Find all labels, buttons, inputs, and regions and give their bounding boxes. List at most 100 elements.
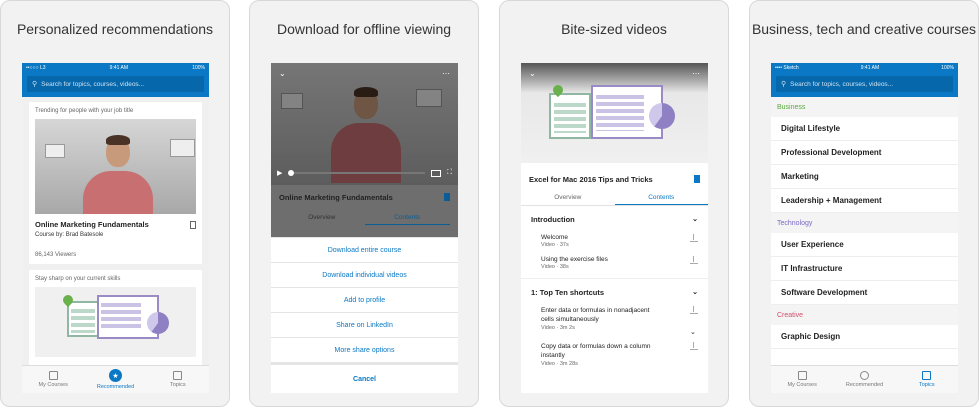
course-thumbnail[interactable] [35, 287, 196, 357]
download-icon[interactable] [690, 306, 698, 314]
course-thumbnail[interactable] [35, 119, 196, 214]
course-card[interactable]: Stay sharp on your current skills [29, 270, 202, 370]
course-by-label: Course by: [35, 232, 65, 238]
topic-item[interactable]: Software Development [771, 281, 958, 305]
card-caption: Personalized recommendations [16, 21, 214, 37]
chapter-header[interactable]: 1: Top Ten shortcuts ⌄ [521, 279, 708, 303]
search-input[interactable]: ⚲ Search for topics, courses, videos... [27, 76, 204, 92]
download-entire-course-button[interactable]: Download entire course [271, 237, 458, 262]
section-creative: Creative [771, 305, 958, 325]
video-meta: Video · 3m 28s [541, 361, 578, 367]
topic-item[interactable]: Digital Lifestyle [771, 117, 958, 141]
tab-label: My Courses [787, 382, 817, 388]
video-title: Copy data or formulas down a column inst… [541, 343, 651, 359]
add-to-profile-button[interactable]: Add to profile [271, 287, 458, 312]
tab-my-courses[interactable]: My Courses [771, 366, 833, 393]
tab-contents[interactable]: Contents [614, 194, 708, 205]
search-bar: ⚲ Search for topics, courses, videos... [771, 73, 958, 97]
tab-overview[interactable]: Overview [279, 214, 365, 225]
chapter-header[interactable]: Introduction ⌄ [521, 206, 708, 230]
video-item[interactable]: Welcome Video · 37s [521, 230, 708, 252]
more-icon[interactable]: ⋯ [692, 69, 700, 78]
clock-text: 9:41 AM [860, 65, 880, 71]
screenshot-card-download: Download for offline viewing ⌄ ⋯ ▶ ⛶ Onl… [249, 0, 479, 407]
topic-item[interactable]: Professional Development [771, 141, 958, 165]
topic-item[interactable]: Leadership + Management [771, 189, 958, 213]
search-icon: ⚲ [32, 81, 38, 88]
tab-my-courses[interactable]: My Courses [22, 366, 84, 393]
video-title: Welcome [541, 234, 568, 241]
topic-item[interactable]: User Experience [771, 233, 958, 257]
section-business: Business [771, 97, 958, 117]
course-title: Excel for Mac 2016 Tips and Tricks [529, 175, 653, 184]
bookmark-icon[interactable] [444, 193, 450, 201]
tab-recommended[interactable]: ★ Recommended [84, 366, 146, 393]
video-title: Using the exercise files [541, 256, 608, 263]
bookmark-icon[interactable] [190, 220, 196, 229]
cancel-button[interactable]: Cancel [271, 362, 458, 393]
bottom-tab-bar: My Courses Recommended Topics [771, 365, 958, 393]
collapse-icon[interactable]: ⌄ [279, 69, 286, 78]
tab-topics[interactable]: Topics [896, 366, 958, 393]
section-technology: Technology [771, 213, 958, 233]
topics-list: Business Digital Lifestyle Professional … [771, 97, 958, 349]
tab-label: My Courses [38, 382, 68, 388]
video-item[interactable]: Copy data or formulas down a column inst… [521, 339, 708, 370]
share-linkedin-button[interactable]: Share on LinkedIn [271, 312, 458, 337]
card-caption: Download for offline viewing [276, 21, 452, 37]
download-individual-videos-button[interactable]: Download individual videos [271, 262, 458, 287]
tab-topics[interactable]: Topics [147, 366, 209, 393]
chevron-down-icon: ⌄ [690, 329, 696, 336]
video-meta: Video · 37s [541, 242, 569, 248]
fullscreen-icon[interactable]: ⛶ [447, 169, 452, 177]
search-placeholder: Search for topics, courses, videos... [790, 80, 894, 88]
topic-item[interactable]: Marketing [771, 165, 958, 189]
list-icon [922, 371, 932, 380]
chapter-title: Introduction [531, 215, 575, 224]
tab-recommended[interactable]: Recommended [833, 366, 895, 393]
collapse-icon[interactable]: ⌄ [529, 69, 536, 78]
card-caption: Business, tech and creative courses [751, 21, 977, 37]
search-icon: ⚲ [781, 81, 787, 88]
section-heading: Stay sharp on your current skills [35, 276, 121, 282]
tab-overview[interactable]: Overview [521, 194, 615, 205]
phone-screen: ••○○○ L3 9:41 AM 100% ⚲ Search for topic… [22, 63, 209, 393]
search-placeholder: Search for topics, courses, videos... [41, 80, 145, 88]
video-meta: Video · 38s [541, 264, 569, 270]
phone-screen: ⌄ ⋯ Excel for Mac 2016 Tips and Tricks O… [521, 63, 708, 393]
course-title: Online Marketing Fundamentals [35, 220, 149, 229]
video-title: Enter data or formulas in nonadjacent ce… [541, 307, 650, 323]
video-list: Enter data or formulas in nonadjacent ce… [521, 303, 708, 370]
topic-item[interactable]: Graphic Design [771, 325, 958, 349]
recommended-icon: ★ [108, 369, 122, 382]
course-card[interactable]: Trending for people with your job title … [29, 102, 202, 264]
list-icon [173, 371, 183, 380]
tab-label: Recommended [845, 382, 884, 388]
video-item[interactable]: Using the exercise files Video · 38s [521, 252, 708, 279]
tab-contents[interactable]: Contents [364, 214, 450, 225]
search-input[interactable]: ⚲ Search for topics, courses, videos... [776, 76, 953, 92]
video-item[interactable]: Enter data or formulas in nonadjacent ce… [521, 303, 708, 339]
download-icon[interactable] [690, 256, 698, 264]
download-icon[interactable] [690, 342, 698, 350]
bookmark-icon[interactable] [694, 175, 700, 183]
video-player[interactable]: ⌄ ⋯ [521, 63, 708, 163]
video-player[interactable]: ⌄ ⋯ ▶ ⛶ [271, 63, 458, 185]
recommended-icon [859, 371, 869, 380]
video-meta: Video · 3m 2s [541, 325, 575, 331]
clock-text: 9:41 AM [109, 65, 129, 71]
download-icon[interactable] [690, 234, 698, 242]
more-share-options-button[interactable]: More share options [271, 337, 458, 362]
captions-icon[interactable] [431, 169, 442, 177]
play-icon[interactable]: ▶ [277, 169, 282, 177]
tab-label: Topics [919, 382, 935, 388]
topic-item[interactable]: IT Infrastructure [771, 257, 958, 281]
status-bar: •••• Sketch 9:41 AM 100% [771, 63, 958, 73]
battery-text: 100% [192, 65, 205, 71]
progress-bar[interactable] [288, 170, 426, 176]
carrier-text: ••○○○ L3 [26, 65, 46, 71]
action-sheet: Download entire course Download individu… [271, 237, 458, 393]
tab-label: Topics [170, 382, 186, 388]
more-icon[interactable]: ⋯ [442, 69, 450, 78]
card-caption: Bite-sized videos [561, 21, 667, 37]
